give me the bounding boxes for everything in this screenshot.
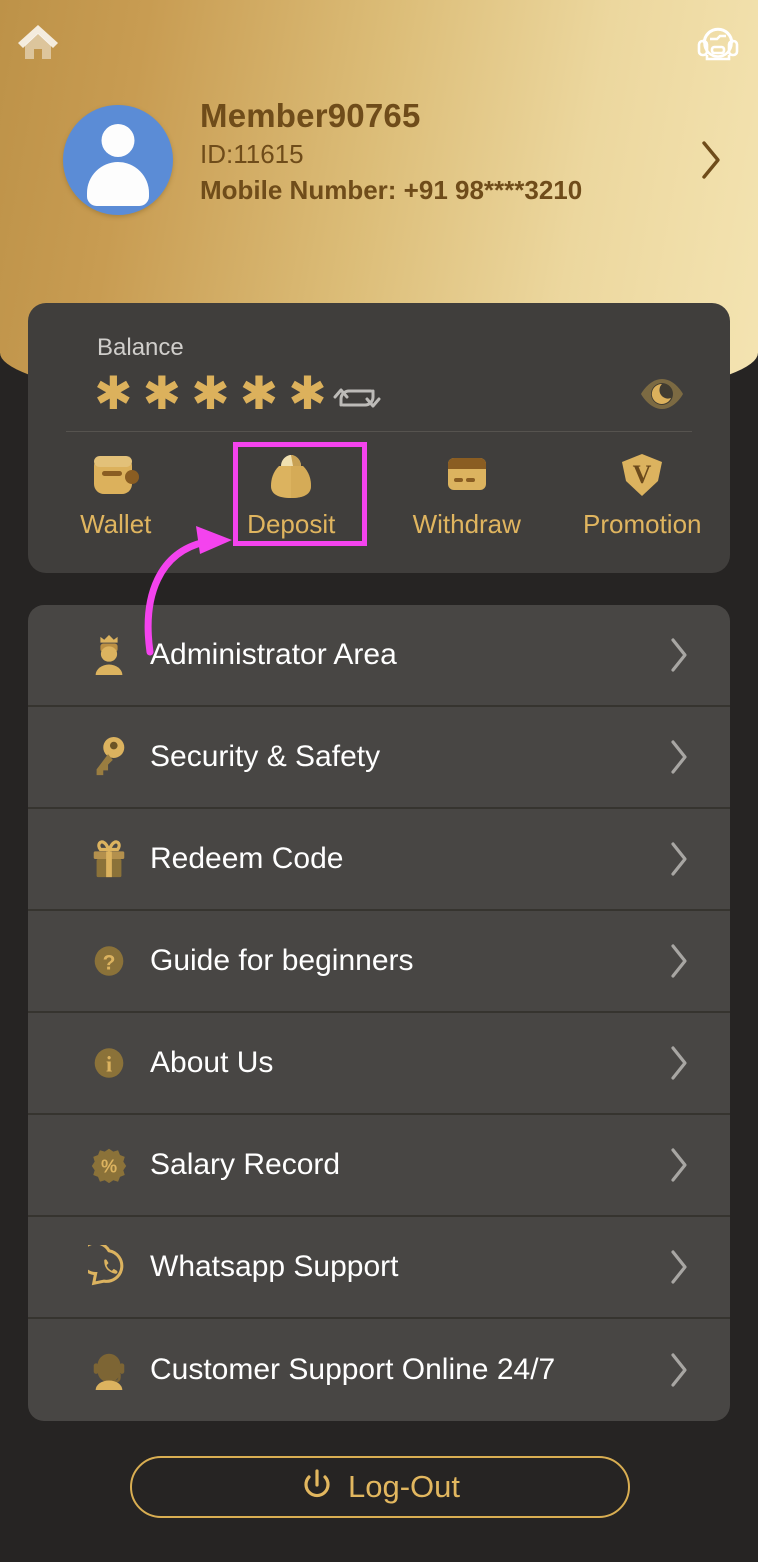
profile-text-block: Member90765 ID:11615 Mobile Number: +91 … xyxy=(200,96,670,208)
chevron-right-icon xyxy=(668,1146,690,1184)
svg-text:V: V xyxy=(633,460,652,489)
header-toolbar xyxy=(0,0,758,80)
menu-item-label: Salary Record xyxy=(150,1148,341,1181)
menu-item-label: Administrator Area xyxy=(150,638,397,671)
chevron-right-icon xyxy=(668,840,690,878)
menu-item-redeem-code[interactable]: Redeem Code xyxy=(28,809,730,911)
info-icon: i xyxy=(78,1041,140,1085)
menu-item-security-safety[interactable]: Security & Safety xyxy=(28,707,730,809)
menu-item-whatsapp-support[interactable]: Whatsapp Support xyxy=(28,1217,730,1319)
avatar-body xyxy=(87,162,149,206)
menu-item-customer-support-online[interactable]: Customer Support Online 24/7 xyxy=(28,1319,730,1421)
whatsapp-icon xyxy=(78,1245,140,1289)
bank-card-icon xyxy=(439,447,495,503)
refresh-icon[interactable] xyxy=(333,377,381,419)
percent-badge-icon: % xyxy=(78,1143,140,1187)
action-withdraw[interactable]: Withdraw xyxy=(379,447,555,557)
action-label: Withdraw xyxy=(412,509,521,539)
logout-label: Log-Out xyxy=(347,1469,460,1504)
action-wallet[interactable]: Wallet xyxy=(28,447,204,557)
chevron-right-icon xyxy=(668,738,690,776)
chevron-right-icon xyxy=(668,1248,690,1286)
home-icon[interactable] xyxy=(14,17,62,65)
menu-item-label: Customer Support Online 24/7 xyxy=(150,1353,556,1386)
chevron-right-icon xyxy=(668,942,690,980)
gem-v-icon: V xyxy=(614,447,670,503)
profile-chevron-right-icon[interactable] xyxy=(698,138,724,182)
action-promotion[interactable]: V Promotion xyxy=(555,447,731,557)
menu-item-about-us[interactable]: i About Us xyxy=(28,1013,730,1115)
question-mark-icon: ? xyxy=(78,939,140,983)
avatar-head xyxy=(101,124,135,157)
svg-text:?: ? xyxy=(103,952,116,975)
profile-summary[interactable]: Member90765 ID:11615 Mobile Number: +91 … xyxy=(0,96,758,246)
action-label: Wallet xyxy=(80,509,152,539)
quick-actions: Wallet Deposit Withdraw V Promotion xyxy=(28,447,730,557)
gift-box-icon xyxy=(78,837,140,881)
action-label: Deposit xyxy=(247,509,336,539)
headset-agent-icon xyxy=(78,1348,140,1392)
action-deposit[interactable]: Deposit xyxy=(204,447,380,557)
power-icon xyxy=(300,1468,334,1507)
money-bag-icon xyxy=(263,447,319,503)
eye-visibility-icon[interactable] xyxy=(639,375,685,413)
card-divider xyxy=(66,431,692,432)
menu-item-administrator-area[interactable]: Administrator Area xyxy=(28,605,730,707)
menu-item-label: About Us xyxy=(150,1046,274,1079)
menu-item-label: Security & Safety xyxy=(150,740,381,773)
wallet-icon xyxy=(88,447,144,503)
svg-text:%: % xyxy=(101,1157,117,1177)
chevron-right-icon xyxy=(668,636,690,674)
svg-text:i: i xyxy=(106,1052,112,1077)
menu-item-label: Whatsapp Support xyxy=(150,1250,399,1283)
member-name: Member90765 xyxy=(200,97,421,134)
logout-button[interactable]: Log-Out xyxy=(130,1456,630,1518)
settings-menu: Administrator Area Security & Safety Red… xyxy=(28,605,730,1421)
menu-item-salary-record[interactable]: % Salary Record xyxy=(28,1115,730,1217)
action-label: Promotion xyxy=(583,509,702,539)
user-avatar-icon xyxy=(63,105,173,215)
menu-item-guide-for-beginners[interactable]: ? Guide for beginners xyxy=(28,911,730,1013)
balance-masked-value: ✱✱✱✱✱ xyxy=(94,366,337,420)
chevron-right-icon xyxy=(668,1044,690,1082)
headset-support-icon[interactable] xyxy=(694,17,742,65)
crown-user-icon xyxy=(78,633,140,677)
menu-item-label: Guide for beginners xyxy=(150,944,414,977)
balance-card: Balance ✱✱✱✱✱ Wallet Deposit Withdraw V … xyxy=(28,303,730,573)
menu-item-label: Redeem Code xyxy=(150,842,344,875)
chevron-right-icon xyxy=(668,1351,690,1389)
profile-screen: Member90765 ID:11615 Mobile Number: +91 … xyxy=(0,0,758,1562)
balance-label: Balance xyxy=(97,334,184,361)
member-id: ID:11615 xyxy=(200,139,304,169)
member-mobile: Mobile Number: +91 98****3210 xyxy=(200,175,583,205)
key-icon xyxy=(78,735,140,779)
